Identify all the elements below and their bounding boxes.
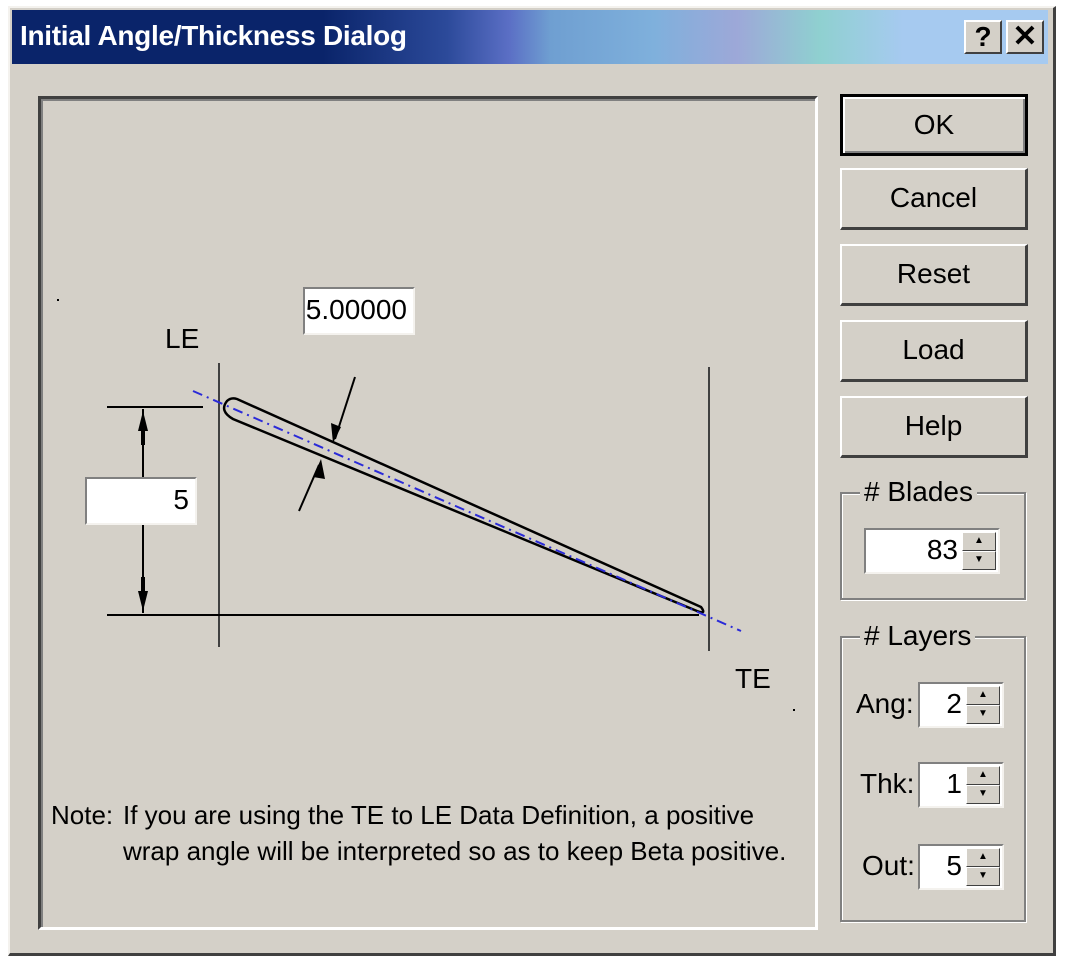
- thickness-input[interactable]: 5.00000: [303, 287, 415, 335]
- dialog-window: Initial Angle/Thickness Dialog ? ✕ LE TE…: [8, 6, 1056, 956]
- le-label: LE: [165, 323, 200, 354]
- spin-up-arrow-icon[interactable]: ▲: [966, 848, 1000, 867]
- height-input[interactable]: 5: [85, 477, 197, 525]
- layers-group: # Layers Ang: 2 ▲ ▼ Thk: 1 ▲ ▼ Out: 5 ▲ …: [840, 620, 1026, 922]
- question-mark-icon: ?: [974, 21, 992, 52]
- spin-down-arrow-icon[interactable]: ▼: [966, 785, 1000, 804]
- out-spin-arrows: ▲ ▼: [966, 848, 1000, 886]
- ang-spinner[interactable]: 2 ▲ ▼: [918, 682, 1004, 728]
- title-close-button[interactable]: ✕: [1006, 20, 1044, 54]
- arrow-shaft: [141, 577, 145, 591]
- ang-value: 2: [946, 688, 962, 719]
- help-button[interactable]: Help: [840, 396, 1028, 458]
- out-label: Out:: [862, 850, 915, 881]
- arrow-up-icon: [313, 459, 325, 479]
- stray-dot: [57, 299, 59, 301]
- note-prefix: Note:: [51, 800, 114, 830]
- blades-spinner[interactable]: 83 ▲ ▼: [864, 528, 1000, 574]
- out-spinner[interactable]: 5 ▲ ▼: [918, 844, 1004, 890]
- ok-button[interactable]: OK: [840, 94, 1028, 156]
- arrow-down-icon: [138, 591, 148, 611]
- thk-label: Thk:: [860, 768, 915, 799]
- spin-up-arrow-icon[interactable]: ▲: [962, 532, 996, 551]
- thk-spin-arrows: ▲ ▼: [966, 766, 1000, 804]
- title-help-button[interactable]: ?: [964, 20, 1002, 54]
- arrow-up-icon: [138, 411, 148, 431]
- note-text: If you are using the TE to LE Data Defin…: [123, 800, 787, 866]
- title-bar[interactable]: Initial Angle/Thickness Dialog ? ✕: [12, 10, 1048, 64]
- te-label: TE: [735, 663, 771, 694]
- arrow-shaft: [141, 431, 145, 445]
- spin-down-arrow-icon[interactable]: ▼: [962, 551, 996, 570]
- spin-up-arrow-icon[interactable]: ▲: [966, 766, 1000, 785]
- window-title: Initial Angle/Thickness Dialog: [20, 20, 407, 51]
- spin-down-arrow-icon[interactable]: ▼: [966, 867, 1000, 886]
- ang-label: Ang:: [856, 688, 914, 719]
- reset-button[interactable]: Reset: [840, 244, 1028, 306]
- blades-spin-arrows: ▲ ▼: [962, 532, 996, 570]
- close-icon: ✕: [1012, 20, 1038, 53]
- diagram-panel: LE TE 5.00000 5 Note: If you are using t…: [38, 96, 818, 930]
- blade-profile: [222, 397, 705, 614]
- layers-group-title: # Layers: [860, 620, 976, 652]
- blades-value: 83: [926, 534, 958, 565]
- diagram-panel-inner: LE TE 5.00000 5 Note: If you are using t…: [41, 99, 815, 927]
- blades-group-title: # Blades: [860, 476, 977, 508]
- blades-group: # Blades 83 ▲ ▼: [840, 476, 1026, 600]
- stray-dot: [793, 709, 795, 711]
- cancel-button[interactable]: Cancel: [840, 168, 1028, 230]
- thk-spinner[interactable]: 1 ▲ ▼: [918, 762, 1004, 808]
- ang-spin-arrows: ▲ ▼: [966, 686, 1000, 724]
- out-value: 5: [946, 850, 962, 881]
- spin-up-arrow-icon[interactable]: ▲: [966, 686, 1000, 705]
- thk-value: 1: [946, 768, 962, 799]
- load-button[interactable]: Load: [840, 320, 1028, 382]
- spin-down-arrow-icon[interactable]: ▼: [966, 705, 1000, 724]
